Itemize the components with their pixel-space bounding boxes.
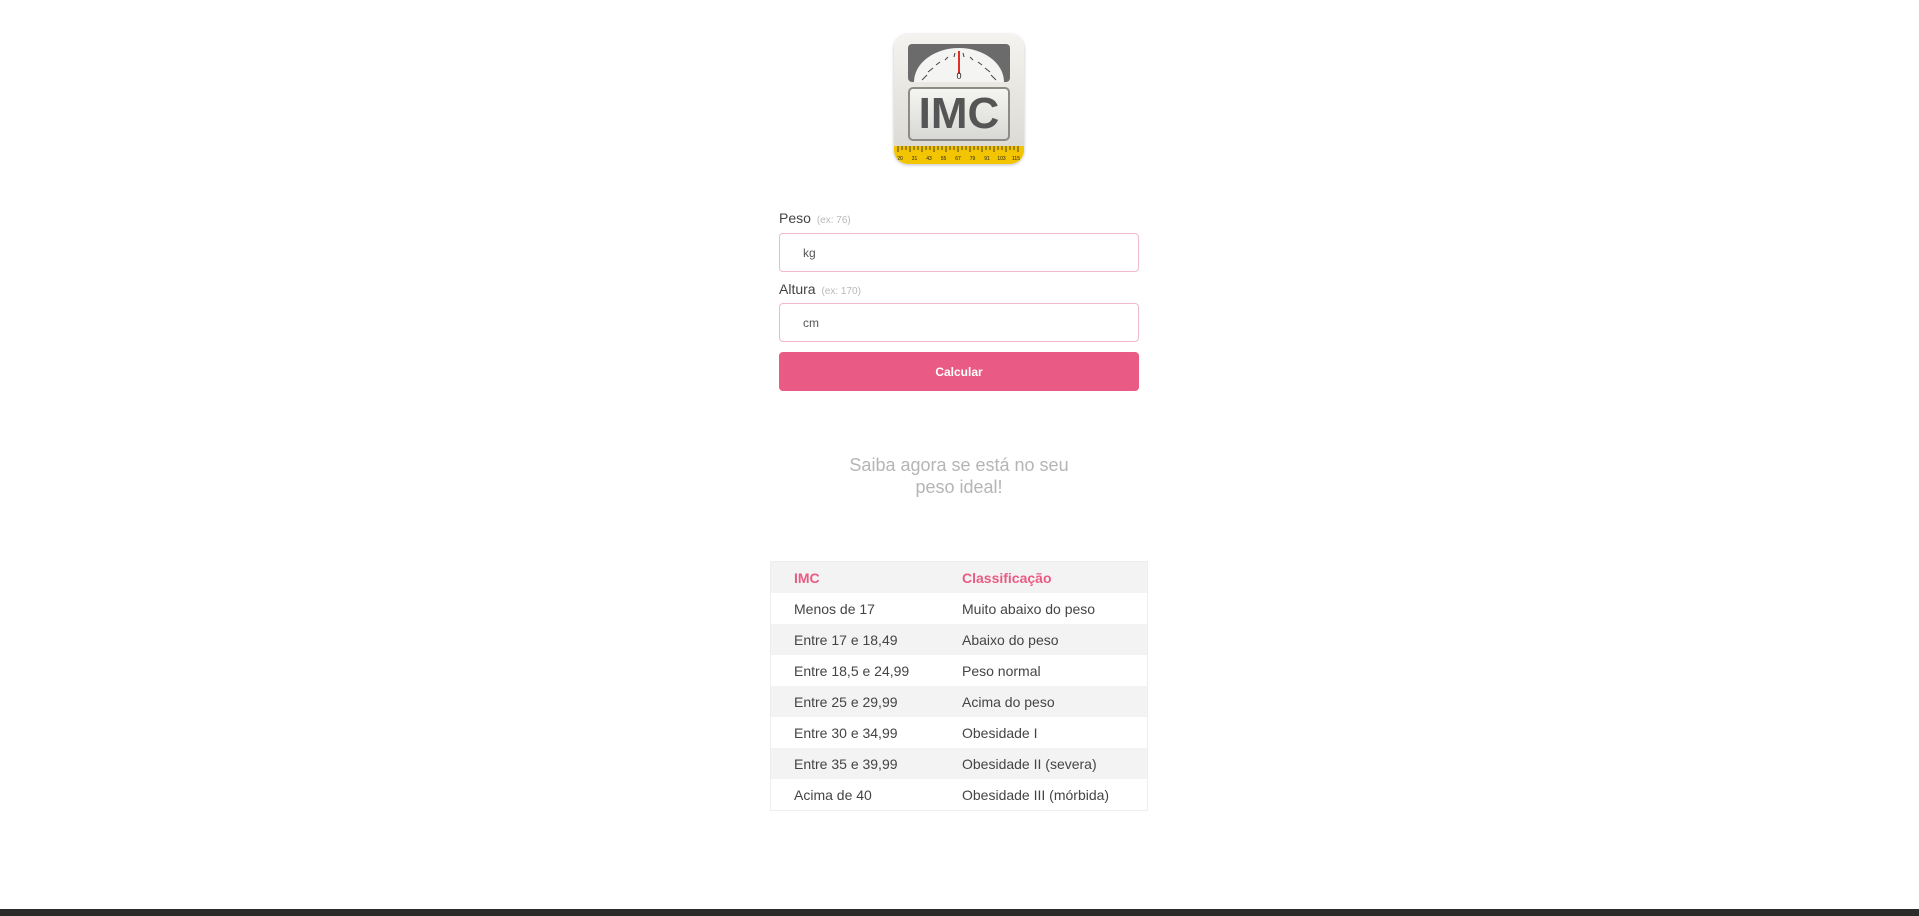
altura-input[interactable]: cm: [779, 303, 1139, 342]
classification-cell: Obesidade III (mórbida): [939, 779, 1148, 811]
measuring-tape-icon: 20 31 43 55 67 79 91 103 115: [894, 146, 1024, 164]
dial-zero-label: 0: [956, 71, 961, 81]
tape-mark-label: 67: [955, 156, 961, 162]
imc-range-cell: Entre 30 e 34,99: [770, 717, 939, 748]
table-row: Entre 25 e 29,99 Acima do peso: [770, 686, 1148, 717]
classification-cell: Muito abaixo do peso: [939, 593, 1148, 624]
logo-text: IMC: [918, 89, 1000, 138]
peso-unit-placeholder: kg: [803, 245, 816, 260]
imc-classification-table: IMC Classificação Menos de 17 Muito abai…: [770, 561, 1148, 811]
classification-cell: Peso normal: [939, 655, 1148, 686]
tape-mark-label: 31: [912, 156, 918, 162]
table-row: Entre 35 e 39,99 Obesidade II (severa): [770, 748, 1148, 779]
imc-range-cell: Entre 18,5 e 24,99: [770, 655, 939, 686]
altura-unit-placeholder: cm: [803, 315, 819, 330]
classification-cell: Acima do peso: [939, 686, 1148, 717]
classification-cell: Abaixo do peso: [939, 624, 1148, 655]
altura-label-text: Altura: [779, 281, 816, 297]
scale-dial-icon: 0: [908, 44, 1010, 82]
table-row: Menos de 17 Muito abaixo do peso: [770, 593, 1148, 624]
header-classificacao: Classificação: [939, 561, 1148, 593]
table-row: Entre 17 e 18,49 Abaixo do peso: [770, 624, 1148, 655]
calcular-button[interactable]: Calcular: [779, 352, 1139, 391]
table-row: Acima de 40 Obesidade III (mórbida): [770, 779, 1148, 811]
imc-range-cell: Menos de 17: [770, 593, 939, 624]
imc-range-cell: Entre 35 e 39,99: [770, 748, 939, 779]
tape-mark-label: 115: [1012, 156, 1020, 162]
tagline: Saiba agora se está no seu peso ideal!: [849, 455, 1069, 497]
imc-range-cell: Acima de 40: [770, 779, 939, 811]
imc-logo: 0 IMC 20 31 43 55 67 79 91 103 115: [894, 34, 1024, 164]
altura-hint: (ex: 170): [821, 286, 861, 297]
classification-cell: Obesidade I: [939, 717, 1148, 748]
classification-cell: Obesidade II (severa): [939, 748, 1148, 779]
tape-mark-label: 103: [997, 156, 1006, 162]
imc-range-cell: Entre 17 e 18,49: [770, 624, 939, 655]
peso-hint: (ex: 76): [816, 215, 851, 226]
header-imc: IMC: [770, 561, 939, 593]
imc-range-cell: Entre 25 e 29,99: [770, 686, 939, 717]
tape-mark-label: 20: [897, 156, 903, 162]
peso-label-text: Peso: [779, 210, 811, 226]
footer-bar: [0, 909, 1919, 916]
table-row: Entre 18,5 e 24,99 Peso normal: [770, 655, 1148, 686]
altura-label: Altura (ex: 170): [779, 281, 861, 297]
tape-mark-label: 55: [941, 156, 947, 162]
peso-input[interactable]: kg: [779, 233, 1139, 272]
peso-label: Peso (ex: 76): [779, 210, 851, 226]
tape-mark-label: 91: [984, 156, 990, 162]
tape-mark-label: 79: [970, 156, 976, 162]
table-header-row: IMC Classificação: [770, 561, 1148, 593]
tape-mark-label: 43: [926, 156, 932, 162]
table-row: Entre 30 e 34,99 Obesidade I: [770, 717, 1148, 748]
imc-plate: IMC: [908, 87, 1010, 141]
